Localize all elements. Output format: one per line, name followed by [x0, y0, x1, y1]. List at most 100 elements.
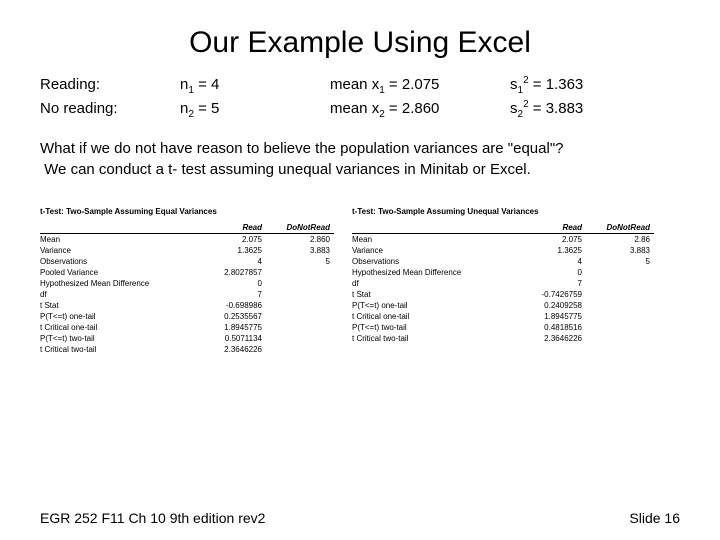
var2: s22 = 3.883 [510, 98, 660, 122]
row-label: df [352, 278, 518, 289]
row-label: Variance [352, 245, 518, 256]
body-line-2: We can conduct a t- test assuming unequa… [40, 159, 680, 180]
row-value-1: 2.3646226 [518, 333, 586, 344]
row-value-1: 0.2409258 [518, 300, 586, 311]
row-value-2: 2.86 [586, 234, 654, 246]
table-right-title: t-Test: Two-Sample Assuming Unequal Vari… [352, 206, 654, 222]
table-row: t Critical two-tail2.3646226 [40, 344, 334, 355]
row-value-2 [266, 278, 334, 289]
row-label: t Stat [40, 300, 198, 311]
row-label: P(T<=t) two-tail [352, 322, 518, 333]
row-label: t Critical two-tail [352, 333, 518, 344]
body-text: What if we do not have reason to believe… [40, 138, 680, 180]
table-row: P(T<=t) one-tail0.2409258 [352, 300, 654, 311]
row-label: df [40, 289, 198, 300]
row-value-1: 0 [518, 267, 586, 278]
row-value-2: 2.860 [266, 234, 334, 246]
row-value-2 [266, 300, 334, 311]
mean1: mean x1 = 2.075 [330, 74, 510, 98]
n1: n1 = 4 [180, 74, 330, 98]
row-value-1: -0.7426759 [518, 289, 586, 300]
row-value-2 [266, 322, 334, 333]
table-unequal-variances: t-Test: Two-Sample Assuming Unequal Vari… [352, 206, 654, 344]
row-value-1: 0 [198, 278, 266, 289]
row-value-1: 0.2535567 [198, 311, 266, 322]
row-value-1: 0.5071134 [198, 333, 266, 344]
table-row: Mean2.0752.86 [352, 234, 654, 246]
row-value-2 [266, 267, 334, 278]
row-value-2: 5 [266, 256, 334, 267]
table-row: df7 [40, 289, 334, 300]
row-value-1: 0.4818516 [518, 322, 586, 333]
table-row: df7 [352, 278, 654, 289]
footer-right: Slide 16 [629, 510, 680, 526]
row-value-1: 4 [198, 256, 266, 267]
row-value-1: -0.698986 [198, 300, 266, 311]
row-value-1: 1.3625 [518, 245, 586, 256]
row-value-2 [266, 344, 334, 355]
row-label: Hypothesized Mean Difference [40, 278, 198, 289]
label-reading: Reading: [40, 74, 180, 98]
col-read: Read [518, 222, 586, 234]
row-value-2 [586, 322, 654, 333]
n2: n2 = 5 [180, 98, 330, 122]
row-value-2: 5 [586, 256, 654, 267]
row-value-2 [586, 311, 654, 322]
row-label: t Critical two-tail [40, 344, 198, 355]
footer-left: EGR 252 F11 Ch 10 9th edition rev2 [40, 510, 265, 526]
row-label: Observations [352, 256, 518, 267]
row-label: Variance [40, 245, 198, 256]
row-value-1: 2.075 [198, 234, 266, 246]
table-row: Observations45 [352, 256, 654, 267]
row-label: Mean [352, 234, 518, 246]
table-row: Pooled Variance2.8027857 [40, 267, 334, 278]
table-row: t Stat-0.7426759 [352, 289, 654, 300]
table-row: Variance1.36253.883 [352, 245, 654, 256]
table-row: Variance1.36253.883 [40, 245, 334, 256]
row-value-1: 4 [518, 256, 586, 267]
slide-title: Our Example Using Excel [40, 26, 680, 60]
row-value-1: 1.8945775 [518, 311, 586, 322]
row-value-2 [586, 267, 654, 278]
table-row: P(T<=t) one-tail0.2535567 [40, 311, 334, 322]
table-row: P(T<=t) two-tail0.4818516 [352, 322, 654, 333]
summary-grid: Reading: n1 = 4 mean x1 = 2.075 s12 = 1.… [40, 74, 680, 122]
row-label: t Critical one-tail [40, 322, 198, 333]
row-value-2: 3.883 [586, 245, 654, 256]
row-value-1: 1.3625 [198, 245, 266, 256]
row-value-1: 2.8027857 [198, 267, 266, 278]
row-label: P(T<=t) two-tail [40, 333, 198, 344]
row-value-2 [586, 333, 654, 344]
table-row: Observations45 [40, 256, 334, 267]
row-label: t Stat [352, 289, 518, 300]
row-label: Pooled Variance [40, 267, 198, 278]
row-label: P(T<=t) one-tail [40, 311, 198, 322]
row-value-1: 7 [198, 289, 266, 300]
table-row: t Critical one-tail1.8945775 [352, 311, 654, 322]
var1: s12 = 1.363 [510, 74, 660, 98]
row-label: Mean [40, 234, 198, 246]
row-value-2 [586, 289, 654, 300]
table-row: P(T<=t) two-tail0.5071134 [40, 333, 334, 344]
table-row: t Critical one-tail1.8945775 [40, 322, 334, 333]
table-row: t Stat-0.698986 [40, 300, 334, 311]
row-label: t Critical one-tail [352, 311, 518, 322]
col-read: Read [198, 222, 266, 234]
table-row: t Critical two-tail2.3646226 [352, 333, 654, 344]
row-value-1: 2.075 [518, 234, 586, 246]
row-value-2 [266, 311, 334, 322]
row-value-2: 3.883 [266, 245, 334, 256]
col-donotread: DoNotRead [586, 222, 654, 234]
col-donotread: DoNotRead [266, 222, 334, 234]
row-value-1: 7 [518, 278, 586, 289]
row-label: Hypothesized Mean Difference [352, 267, 518, 278]
mean2: mean x2 = 2.860 [330, 98, 510, 122]
row-label: Observations [40, 256, 198, 267]
row-label: P(T<=t) one-tail [352, 300, 518, 311]
body-line-1: What if we do not have reason to believe… [40, 138, 680, 159]
table-row: Hypothesized Mean Difference0 [352, 267, 654, 278]
table-equal-variances: t-Test: Two-Sample Assuming Equal Varian… [40, 206, 334, 355]
row-value-2 [266, 333, 334, 344]
row-value-2 [586, 278, 654, 289]
label-noreading: No reading: [40, 98, 180, 122]
